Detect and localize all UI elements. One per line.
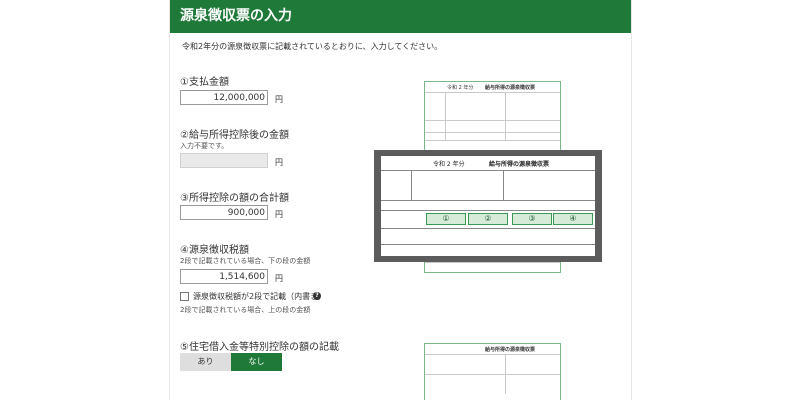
income-after-deduction-unit: 円 (275, 158, 283, 167)
withholding-tax-label: ④源泉徴収税額 (180, 245, 249, 256)
income-after-deduction-input (180, 153, 268, 168)
zoom-title: 給与所得の源泉徴収票 (489, 161, 550, 168)
housing-option-no[interactable]: なし (231, 353, 282, 371)
withholding-tax-input[interactable]: 1,514,600 (180, 269, 268, 284)
income-after-deduction-note: 入力不要です。 (180, 142, 229, 150)
marker-2: ② (468, 213, 508, 225)
marker-4: ④ (553, 213, 593, 225)
withholding-tax-unit: 円 (275, 274, 283, 283)
housing-deduction-label: ⑤住宅借入金等特別控除の額の記載 (180, 342, 339, 353)
form-zoom-content: 令和 2 年分 給与所得の源泉徴収票 ① ② ③ ④ (381, 156, 595, 256)
help-icon[interactable]: ? (313, 292, 321, 300)
slip-title-2: 給与所得の源泉徴収票 (485, 347, 536, 353)
payment-amount-unit: 円 (275, 95, 283, 104)
payment-amount-input[interactable]: 12,000,000 (180, 90, 268, 105)
two-tier-checkbox[interactable] (180, 292, 189, 301)
slip-year-label: 令和 2 年分 (447, 85, 474, 91)
total-deduction-unit: 円 (275, 210, 283, 219)
housing-deduction-toggle: あり なし (180, 353, 282, 371)
zoom-year-label: 令和 2 年分 (433, 161, 465, 168)
withholding-slip-image-2: 給与所得の源泉徴収票 (424, 343, 561, 400)
total-deduction-input[interactable]: 900,000 (180, 205, 268, 220)
page-title: 源泉徴収票の入力 (170, 0, 631, 33)
slip-title: 給与所得の源泉徴収票 (485, 85, 536, 91)
total-deduction-label: ③所得控除の額の合計額 (180, 193, 289, 204)
two-tier-checkbox-label: 源泉徴収税額が2段で記載（内書き） (193, 292, 327, 301)
income-after-deduction-label: ②給与所得控除後の金額 (180, 130, 289, 141)
two-tier-note: 2段で記載されている場合、上の段の金額 (180, 306, 311, 314)
housing-option-yes[interactable]: あり (180, 353, 231, 371)
intro-text: 令和2年分の源泉徴収票に記載されているとおりに、入力してください。 (182, 42, 443, 51)
form-zoom-callout: 令和 2 年分 給与所得の源泉徴収票 ① ② ③ ④ (374, 150, 602, 262)
marker-1: ① (426, 213, 466, 225)
payment-amount-label: ①支払金額 (180, 77, 229, 88)
withholding-tax-note: 2段で記載されている場合、下の段の金額 (180, 257, 311, 265)
tax-form-panel: 源泉徴収票の入力 令和2年分の源泉徴収票に記載されているとおりに、入力してくださ… (170, 0, 631, 400)
marker-3: ③ (512, 213, 552, 225)
